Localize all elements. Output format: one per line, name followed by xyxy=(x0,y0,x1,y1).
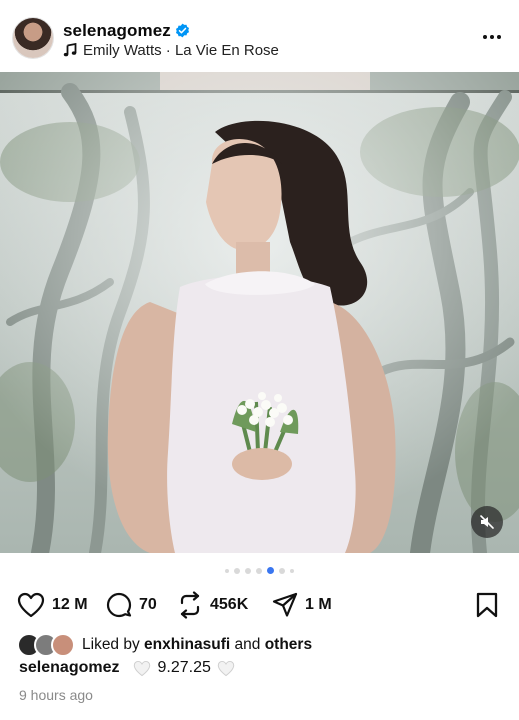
caption: selenagomez 9.27.25 xyxy=(19,659,241,677)
liked-by-text: Liked by enxhinasufi and others xyxy=(82,636,312,654)
post-media[interactable] xyxy=(0,72,519,553)
repost-count: 456K xyxy=(210,596,249,613)
liked-by-prefix: Liked by xyxy=(82,636,140,653)
carousel-dot xyxy=(290,569,294,573)
caption-username[interactable]: selenagomez xyxy=(19,659,119,677)
liked-by-others[interactable]: others xyxy=(265,636,312,653)
like-button[interactable]: 12 M xyxy=(17,589,88,621)
white-heart-emoji-icon xyxy=(134,660,151,676)
carousel-dot xyxy=(225,569,229,573)
heart-icon xyxy=(17,592,45,618)
liked-by-row[interactable]: Liked by enxhinasufi and others xyxy=(17,633,312,657)
repost-button[interactable]: 456K xyxy=(177,589,248,621)
carousel-dot xyxy=(245,568,251,574)
post-username[interactable]: selenagomez xyxy=(63,21,171,41)
save-button[interactable] xyxy=(476,589,498,621)
white-heart-emoji-icon xyxy=(217,660,235,676)
audio-track-link[interactable]: Emily Watts · La Vie En Rose xyxy=(83,42,279,59)
caption-text: 9.27.25 xyxy=(157,659,211,676)
send-paper-plane-icon xyxy=(272,592,298,617)
comment-count: 70 xyxy=(139,596,157,613)
carousel-dot xyxy=(256,568,262,574)
repost-icon xyxy=(180,591,200,619)
like-count: 12 M xyxy=(52,596,88,613)
more-options-icon[interactable] xyxy=(481,26,503,48)
liked-by-user[interactable]: enxhinasufi xyxy=(144,636,230,653)
liked-by-joiner: and xyxy=(234,636,261,653)
carousel-dot xyxy=(279,568,285,574)
comment-bubble-icon xyxy=(106,592,132,618)
comment-button[interactable]: 70 xyxy=(106,589,157,621)
carousel-indicator xyxy=(0,566,519,576)
carousel-dot-active xyxy=(267,567,274,574)
woman-in-white-dress-photo xyxy=(0,72,519,553)
carousel-dot xyxy=(234,568,240,574)
share-button[interactable]: 1 M xyxy=(272,589,332,621)
verified-badge-icon xyxy=(175,23,190,38)
avatar[interactable] xyxy=(13,18,53,58)
post-header: selenagomez Emily Watts · La Vie En Rose xyxy=(0,0,519,72)
speaker-muted-icon xyxy=(480,515,494,529)
liker-avatar xyxy=(51,633,75,657)
action-bar: 12 M 70 456K 1 M xyxy=(0,589,519,621)
mute-toggle-button[interactable] xyxy=(471,506,503,538)
bookmark-icon xyxy=(476,592,498,618)
post-timestamp: 9 hours ago xyxy=(19,687,93,703)
share-count: 1 M xyxy=(305,596,332,613)
music-note-icon xyxy=(63,43,77,57)
